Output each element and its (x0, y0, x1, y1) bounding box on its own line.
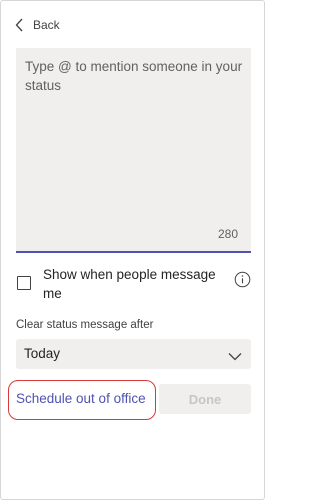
clear-after-dropdown[interactable]: Today (16, 339, 251, 369)
show-when-message-checkbox[interactable] (17, 276, 31, 290)
info-icon[interactable] (234, 271, 251, 293)
character-counter: 280 (217, 227, 238, 241)
done-button[interactable]: Done (159, 384, 251, 414)
status-message-input[interactable]: Type @ to mention someone in your status… (16, 48, 251, 253)
chevron-left-icon (15, 18, 24, 32)
chevron-down-icon (228, 348, 242, 366)
done-label: Done (188, 392, 222, 407)
status-message-placeholder: Type @ to mention someone in your status (25, 59, 243, 93)
status-panel: Back Type @ to mention someone in your s… (0, 0, 265, 500)
back-button[interactable]: Back (15, 15, 60, 35)
clear-after-value: Today (24, 346, 61, 361)
clear-status-label: Clear status message after (16, 319, 154, 331)
back-label: Back (33, 18, 60, 32)
show-when-message-label: Show when people message me (43, 267, 216, 301)
show-when-message-row: Show when people message me (16, 265, 252, 303)
schedule-out-of-office-label: Schedule out of office (16, 391, 146, 406)
schedule-out-of-office-button[interactable]: Schedule out of office (8, 380, 156, 420)
